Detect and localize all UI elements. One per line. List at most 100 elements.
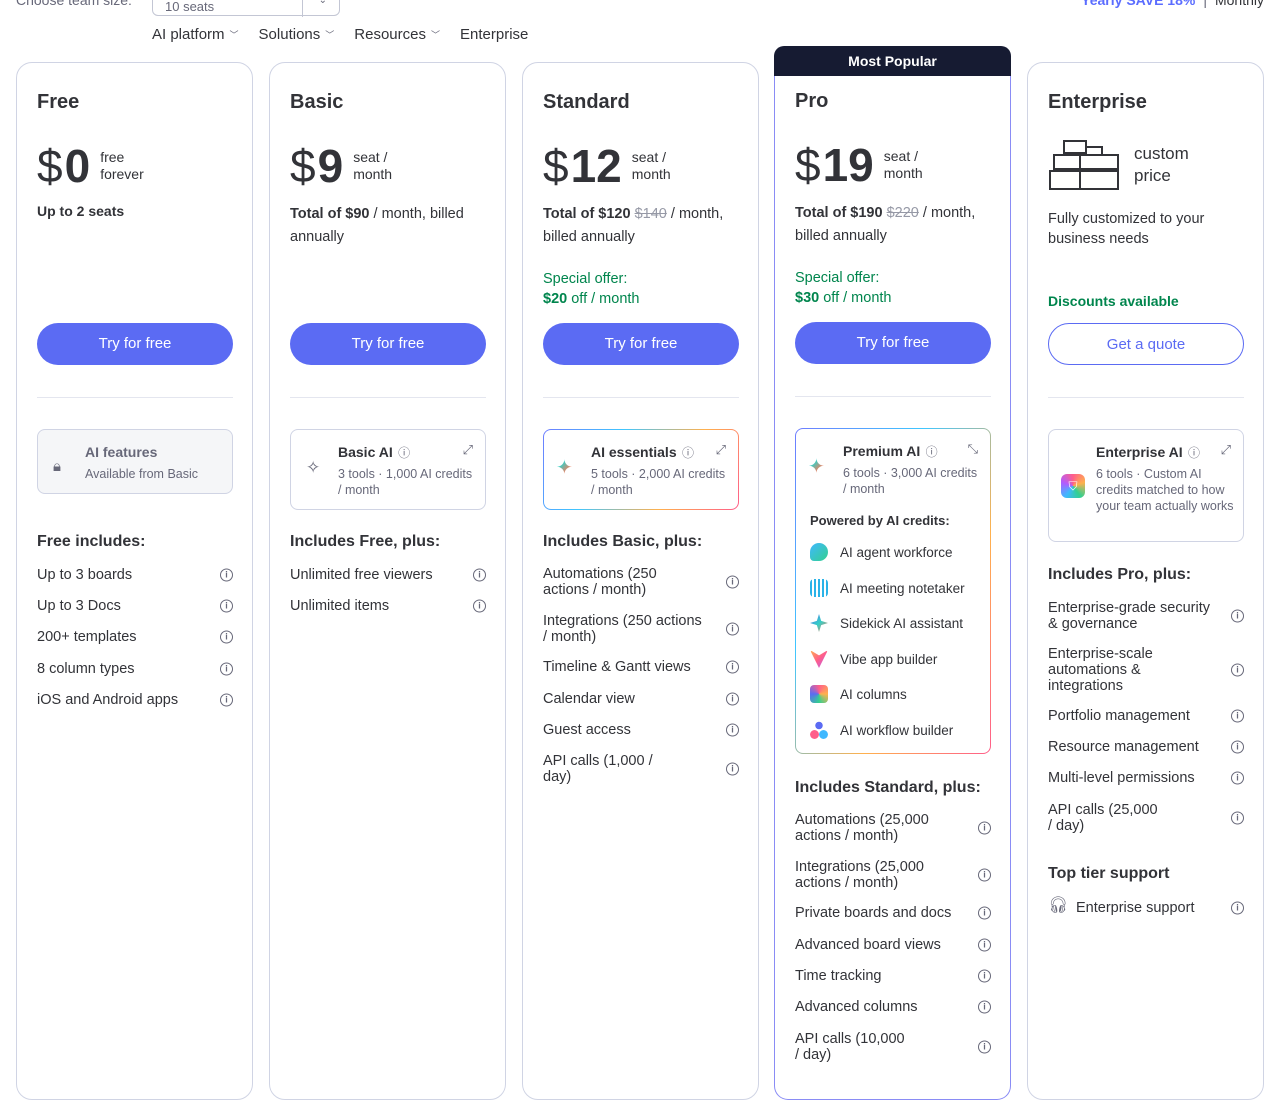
ai-box-essentials[interactable]: ✦ AI essentials ⓘ 5 tools · 2,000 AI cre…	[543, 429, 739, 510]
plan-name: Enterprise	[1048, 91, 1147, 113]
nav-resources[interactable]: Resources ﹀	[354, 26, 440, 43]
seat-limit: Up to 2 seats	[37, 203, 125, 219]
expand-icon[interactable]: ⤢	[463, 442, 473, 458]
billing-yearly[interactable]: Yearly SAVE 18%	[1081, 0, 1195, 8]
info-icon[interactable]: i	[978, 906, 991, 920]
price: $ 9 seat / month	[290, 141, 392, 191]
feature-item: 200+ templates i	[37, 629, 233, 645]
info-icon[interactable]: i	[473, 599, 486, 613]
info-icon[interactable]: i	[978, 969, 991, 983]
team-size-label: Choose team size:	[16, 0, 132, 8]
info-icon[interactable]: i	[220, 568, 233, 582]
info-icon[interactable]: i	[220, 662, 233, 676]
ai-title: Basic AI ⓘ	[338, 444, 411, 460]
try-free-button[interactable]: Try for free	[543, 323, 739, 365]
info-icon[interactable]: i	[1231, 709, 1244, 723]
sparkle-icon: ✦	[556, 457, 573, 479]
feature-item: Guest access i	[543, 722, 739, 738]
includes-title: Includes Pro, plus:	[1048, 566, 1192, 583]
plan-card-standard: Standard $ 12 seat / month Total of $120 …	[522, 62, 759, 1100]
info-icon[interactable]: i	[726, 575, 739, 589]
divider	[543, 397, 739, 398]
get-quote-button[interactable]: Get a quote	[1048, 323, 1244, 365]
ai-subtitle: 6 tools · 3,000 AI credits / month	[843, 466, 978, 496]
price-amount: 9	[317, 140, 344, 192]
expand-icon[interactable]: ⤢	[716, 442, 726, 458]
ai-title: Enterprise AI ⓘ	[1096, 444, 1200, 460]
sparkle-outline-icon: ✧	[306, 458, 321, 477]
info-icon[interactable]: ⓘ	[1185, 446, 1200, 460]
info-icon[interactable]: i	[726, 692, 739, 706]
team-size-select[interactable]: 10 seats ⌄	[152, 0, 340, 17]
ai-subtitle: 3 tools · 1,000 AI credits / month	[338, 467, 473, 497]
notetaker-icon	[810, 579, 828, 597]
ai-feature-item: AI meeting notetaker	[810, 578, 965, 598]
agent-icon	[810, 543, 828, 561]
info-icon[interactable]: i	[1231, 740, 1244, 754]
billing-total: Total of $90 / month, billed annually	[290, 206, 464, 245]
feature-item: Resource management i	[1048, 739, 1244, 755]
collapse-icon[interactable]: ⤡	[968, 441, 978, 457]
ai-feature-item: AI workflow builder	[810, 720, 953, 740]
info-icon[interactable]: i	[1231, 901, 1244, 915]
feature-item: Automations (25,000 actions / month) i	[795, 812, 991, 844]
powered-by-label: Powered by AI credits:	[810, 513, 950, 528]
nav-label: Solutions	[258, 26, 321, 43]
billing-total: Total of $120 $140 / month, billed annua…	[543, 206, 724, 245]
nav-solutions[interactable]: Solutions ﹀	[259, 26, 335, 43]
info-icon[interactable]: i	[978, 1040, 991, 1054]
try-free-button[interactable]: Try for free	[37, 323, 233, 365]
billing-monthly[interactable]: Monthly	[1215, 0, 1264, 8]
special-offer: Special offer: $20 off / month	[543, 271, 640, 307]
ai-subtitle: 5 tools · 2,000 AI credits / month	[591, 467, 726, 497]
plan-card-basic: Basic $ 9 seat / month Total of $90 / mon…	[269, 62, 506, 1100]
try-free-button[interactable]: Try for free	[795, 322, 991, 364]
info-icon[interactable]: i	[220, 599, 233, 613]
info-icon[interactable]: i	[220, 693, 233, 707]
feature-item: Enterprise-scale automations & integrati…	[1048, 646, 1244, 694]
includes-title: Free includes:	[37, 533, 146, 550]
info-icon[interactable]: i	[978, 868, 991, 882]
info-icon[interactable]: i	[978, 1000, 991, 1014]
info-icon[interactable]: i	[726, 622, 739, 636]
info-icon[interactable]: i	[726, 660, 739, 674]
info-icon[interactable]: ⓘ	[395, 446, 410, 460]
info-icon[interactable]: i	[978, 821, 991, 835]
info-icon[interactable]: ⓘ	[679, 446, 694, 460]
ai-subtitle: Available from Basic	[85, 467, 199, 481]
info-icon[interactable]: i	[1231, 663, 1244, 677]
ai-box-basic[interactable]: ✧ Basic AI ⓘ 3 tools · 1,000 AI credits …	[290, 429, 486, 510]
ai-box-enterprise[interactable]: ⛉ Enterprise AI ⓘ 6 tools · Custom AI cr…	[1048, 429, 1244, 542]
plan-name: Free	[37, 91, 80, 113]
feature-item: Private boards and docs i	[795, 905, 991, 921]
ai-title: AI essentials ⓘ	[591, 444, 694, 460]
feature-item: Integrations (25,000 actions / month) i	[795, 859, 991, 891]
info-icon[interactable]: i	[1231, 609, 1244, 623]
chevron-down-icon: ⌄	[318, 0, 327, 6]
info-icon[interactable]: ⓘ	[922, 445, 938, 459]
info-icon[interactable]: i	[726, 762, 739, 776]
feature-item: Automations (250 actions / month) i	[543, 566, 739, 598]
feature-item: 8 column types i	[37, 661, 233, 677]
info-icon[interactable]: i	[220, 630, 233, 644]
feature-item: Advanced board views i	[795, 937, 991, 953]
expand-icon[interactable]: ⤢	[1221, 442, 1231, 458]
ai-subtitle: 6 tools · Custom AI credits matched to h…	[1096, 467, 1234, 513]
info-icon[interactable]: i	[726, 723, 739, 737]
nav-enterprise[interactable]: Enterprise	[460, 26, 528, 43]
feature-item: Up to 3 Docs i	[37, 598, 233, 614]
nav-ai-platform[interactable]: AI platform ﹀	[152, 26, 239, 43]
info-icon[interactable]: i	[978, 938, 991, 952]
try-free-button[interactable]: Try for free	[290, 323, 486, 365]
most-popular-banner: Most Popular	[774, 46, 1011, 77]
ai-box-premium[interactable]: ✦ Premium AI ⓘ 6 tools · 3,000 AI credit…	[795, 428, 991, 754]
discounts-label: Discounts available	[1048, 293, 1179, 309]
info-icon[interactable]: i	[1231, 811, 1244, 825]
price-amount: 19	[822, 139, 874, 191]
info-icon[interactable]: i	[473, 568, 486, 582]
sidekick-icon	[810, 614, 828, 632]
feature-item: Enterprise-grade security & governance i	[1048, 600, 1244, 632]
info-icon[interactable]: i	[1231, 771, 1244, 785]
feature-item: iOS and Android apps i	[37, 692, 233, 708]
ai-title: Premium AI ⓘ	[843, 443, 938, 459]
